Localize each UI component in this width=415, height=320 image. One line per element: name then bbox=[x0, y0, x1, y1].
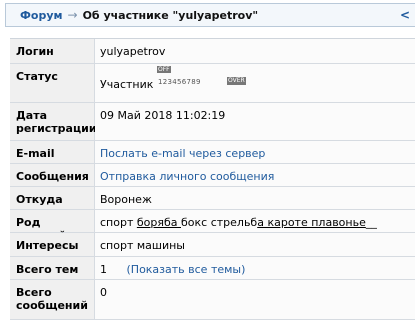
occupation-word-4: а кароте плавонье bbox=[257, 216, 366, 229]
occupation-value: спорт боряба бокс стрельба кароте плавон… bbox=[95, 210, 415, 232]
total-topics-label: Всего тем bbox=[10, 257, 95, 279]
interests-value: спорт машины bbox=[95, 233, 415, 256]
profile-row-date: Дата регистрации 09 Май 2018 11:02:19 bbox=[10, 103, 415, 141]
profile-row-status: Статус Участник OFF 123456789 OVER bbox=[10, 64, 415, 103]
rating-widget[interactable]: OFF 123456789 OVER bbox=[157, 66, 249, 88]
status-label: Статус bbox=[10, 64, 95, 102]
rating-off-tag: OFF bbox=[157, 66, 171, 73]
posts-label: Всего сообщений bbox=[10, 280, 95, 319]
profile-row-login: Логин yulyapetrov bbox=[10, 39, 415, 64]
rating-over-tag: OVER bbox=[227, 77, 246, 85]
email-label: E-mail bbox=[10, 141, 95, 163]
login-value: yulyapetrov bbox=[95, 39, 415, 63]
status-value: Участник bbox=[100, 78, 154, 91]
from-value: Воронеж bbox=[95, 187, 415, 209]
from-label: Откуда bbox=[10, 187, 95, 209]
login-label: Логин bbox=[10, 39, 95, 63]
status-cell: Участник OFF 123456789 OVER bbox=[95, 64, 415, 102]
email-cell: Послать e-mail через сервер bbox=[95, 141, 415, 163]
status-wrap: Участник OFF 123456789 OVER bbox=[100, 66, 415, 98]
occupation-word-5: __ bbox=[365, 216, 377, 229]
profile-row-messages: Сообщения Отправка личного сообщения bbox=[10, 164, 415, 187]
occupation-word-2: боряба bbox=[136, 216, 181, 229]
profile-row-email: E-mail Послать e-mail через сервер bbox=[10, 141, 415, 164]
occupation-label: Род занятий bbox=[10, 210, 95, 242]
private-message-link[interactable]: Отправка личного сообщения bbox=[100, 170, 274, 183]
profile-row-posts: Всего сообщений 0 bbox=[10, 280, 415, 320]
interests-label: Интересы bbox=[10, 233, 95, 256]
breadcrumb: Форум → Об участнике "yulyapetrov" < bbox=[5, 3, 415, 27]
profile-table: Логин yulyapetrov Статус Участник OFF 12… bbox=[10, 38, 415, 320]
breadcrumb-forum-link[interactable]: Форум bbox=[20, 9, 63, 22]
occupation-word-3: бокс стрельб bbox=[181, 216, 258, 229]
show-all-topics-link[interactable]: (Показать все темы) bbox=[127, 263, 246, 276]
total-topics-cell: 1 (Показать все темы) bbox=[95, 257, 415, 279]
profile-row-interests: Интересы спорт машины bbox=[10, 233, 415, 257]
profile-row-from: Откуда Воронеж bbox=[10, 187, 415, 210]
messages-cell: Отправка личного сообщения bbox=[95, 164, 415, 186]
occupation-word-1: спорт bbox=[100, 216, 137, 229]
rating-scale: 123456789 bbox=[158, 78, 201, 86]
profile-row-occupation: Род занятий спорт боряба бокс стрельба к… bbox=[10, 210, 415, 242]
email-send-link[interactable]: Послать e-mail через сервер bbox=[100, 147, 265, 160]
date-label: Дата регистрации bbox=[10, 103, 97, 140]
date-value: 09 Май 2018 11:02:19 bbox=[95, 103, 415, 140]
messages-label: Сообщения bbox=[10, 164, 95, 186]
total-topics-value: 1 bbox=[100, 263, 107, 276]
posts-value: 0 bbox=[95, 280, 415, 319]
breadcrumb-arrow-icon: → bbox=[67, 8, 78, 22]
navigation-edge-icon[interactable]: < bbox=[400, 8, 410, 22]
page-title: Об участнике "yulyapetrov" bbox=[82, 8, 259, 22]
profile-row-total-topics: Всего тем 1 (Показать все темы) bbox=[10, 257, 415, 280]
